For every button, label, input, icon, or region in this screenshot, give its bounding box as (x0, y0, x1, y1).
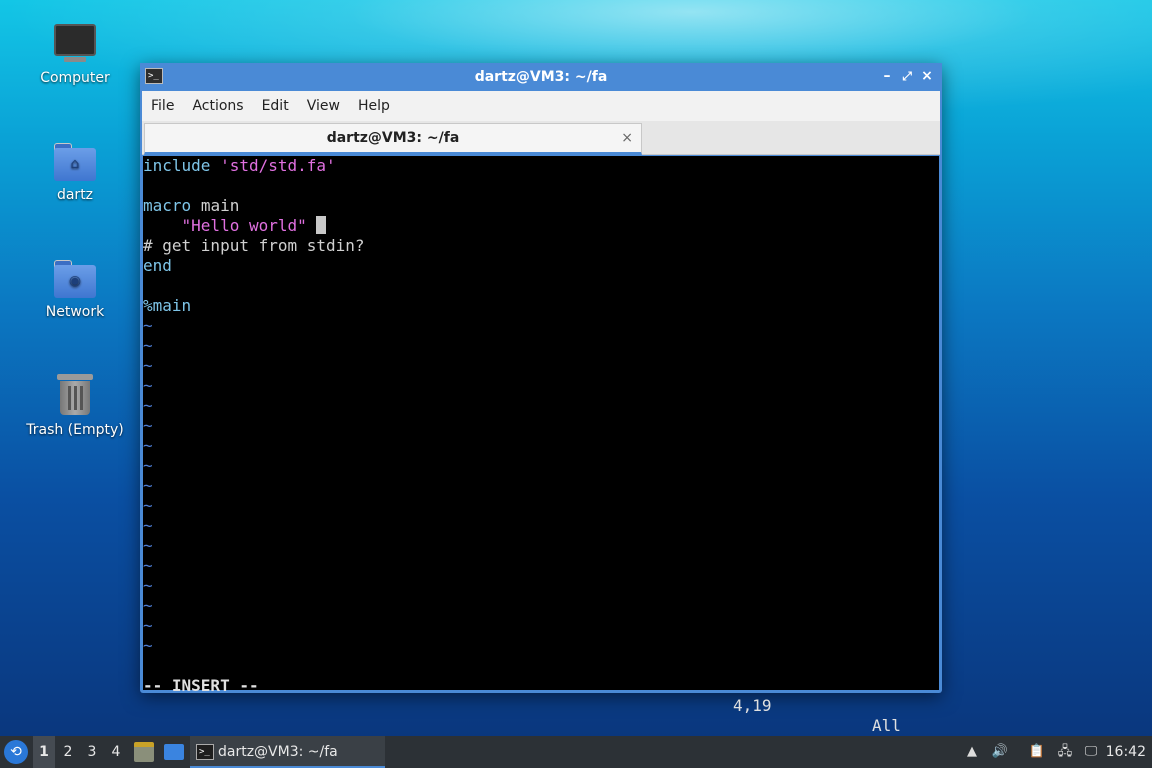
network-folder-icon: ◉ (54, 260, 96, 298)
empty-line-marker: ~ (143, 536, 153, 555)
computer-icon (54, 24, 96, 64)
terminal-window: >_ dartz@VM3: ~/fa – ⤢ × File Actions Edit… (140, 63, 942, 735)
menu-file[interactable]: File (142, 91, 183, 121)
empty-line-marker: ~ (143, 356, 153, 375)
empty-line-marker: ~ (143, 476, 153, 495)
empty-line-marker: ~ (143, 496, 153, 515)
empty-line-marker: ~ (143, 456, 153, 475)
empty-line-marker: ~ (143, 416, 153, 435)
editor-line: # get input from stdin? (143, 236, 365, 255)
menu-edit[interactable]: Edit (253, 91, 298, 121)
window-title: dartz@VM3: ~/fa (474, 69, 608, 85)
terminal-content[interactable]: include 'std/std.fa' macro main "Hello w… (143, 156, 939, 735)
text-cursor (316, 216, 327, 234)
workspace-3[interactable]: 3 (81, 736, 103, 768)
file-manager-icon[interactable] (134, 742, 154, 762)
desktop-icon-network[interactable]: ◉ Network (20, 260, 130, 320)
vim-status-line: -- INSERT -- 4,19 All (143, 656, 939, 735)
status-cursor-position: 4,19 (733, 696, 772, 715)
volume-icon[interactable]: 🔊 (990, 742, 1010, 762)
menu-actions[interactable]: Actions (183, 91, 252, 121)
editor-line: macro main (143, 196, 240, 215)
empty-line-marker: ~ (143, 576, 153, 595)
arrow-up-icon[interactable]: ▲ (962, 742, 982, 762)
minimize-button[interactable]: – (878, 67, 896, 85)
window-titlebar[interactable]: >_ dartz@VM3: ~/fa – ⤢ × (140, 63, 942, 91)
taskbar-item-terminal[interactable]: >_ dartz@VM3: ~/fa (190, 736, 385, 768)
empty-line-marker: ~ (143, 316, 153, 335)
maximize-button[interactable]: ⤢ (898, 67, 916, 85)
workspace-1[interactable]: 1 (33, 736, 55, 768)
menu-bar: File Actions Edit View Help (142, 91, 940, 121)
workspace-4[interactable]: 4 (105, 736, 127, 768)
desktop-icon-label: dartz (56, 187, 94, 203)
empty-line-marker: ~ (143, 616, 153, 635)
empty-line-marker: ~ (143, 636, 153, 655)
home-folder-icon: ⌂ (54, 143, 96, 181)
network-icon[interactable]: 🖧 (1055, 742, 1075, 762)
desktop-icon-label: Computer (40, 70, 110, 86)
editor-line: include 'std/std.fa' (143, 156, 336, 175)
clipboard-icon[interactable]: 📋 (1027, 742, 1047, 762)
start-menu-icon[interactable]: ⟲ (4, 740, 28, 764)
desktop-icon-label: Trash (Empty) (26, 422, 124, 438)
status-scroll-percent: All (872, 716, 901, 735)
clock[interactable]: 16:42 (1106, 736, 1146, 768)
empty-line-marker: ~ (143, 336, 153, 355)
desktop-icon-computer[interactable]: Computer (20, 24, 130, 86)
tab-terminal[interactable]: dartz@VM3: ~/fa × (144, 123, 642, 155)
taskbar-item-label: dartz@VM3: ~/fa (218, 744, 338, 760)
empty-line-marker: ~ (143, 516, 153, 535)
terminal-icon: >_ (196, 744, 214, 760)
empty-line-marker: ~ (143, 436, 153, 455)
editor-line: end (143, 256, 172, 275)
taskbar: ⟲ 1 2 3 4 >_ dartz@VM3: ~/fa ▲ 🔊 📋 🖧 🖵 1… (0, 736, 1152, 768)
desktop-icon-trash[interactable]: Trash (Empty) (20, 374, 130, 438)
tab-bar: dartz@VM3: ~/fa × (142, 121, 940, 155)
menu-help[interactable]: Help (349, 91, 399, 121)
show-desktop-icon[interactable] (164, 744, 184, 760)
notification-icon[interactable]: 🖵 (1081, 742, 1101, 762)
desktop-icon-home[interactable]: ⌂ dartz (20, 143, 130, 203)
trash-icon (57, 374, 93, 416)
close-button[interactable]: × (918, 67, 936, 85)
empty-line-marker: ~ (143, 396, 153, 415)
desktop-icon-label: Network (45, 304, 105, 320)
editor-line: %main (143, 296, 192, 315)
workspace-2[interactable]: 2 (57, 736, 79, 768)
tab-label: dartz@VM3: ~/fa (326, 130, 460, 146)
empty-line-marker: ~ (143, 596, 153, 615)
empty-line-marker: ~ (143, 376, 153, 395)
editor-line: "Hello world" (143, 216, 327, 236)
empty-line-marker: ~ (143, 556, 153, 575)
status-mode: -- INSERT -- (143, 676, 259, 695)
menu-view[interactable]: View (298, 91, 349, 121)
tab-close-icon[interactable]: × (621, 124, 633, 152)
